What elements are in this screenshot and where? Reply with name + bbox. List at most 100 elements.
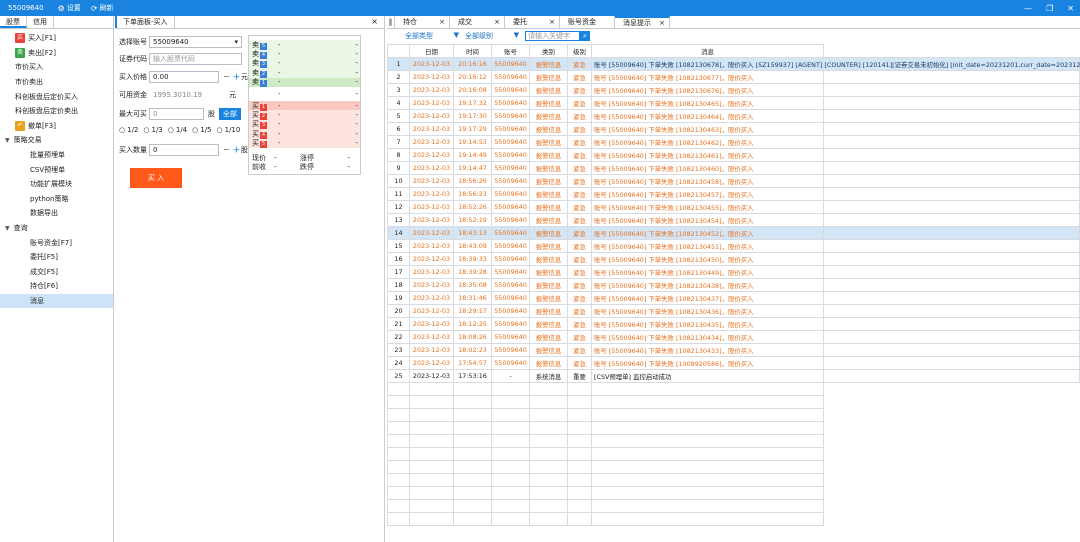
minimize-icon[interactable]: —	[1024, 4, 1032, 13]
table-row[interactable]: 21 2023-12-03 18:12:25 55009640 报警信息 紧急 账号 [55…	[387, 317, 1080, 331]
col-time[interactable]: 时间	[453, 44, 492, 58]
ratio-radio[interactable]: ○ 1/3	[143, 126, 162, 134]
nav-item[interactable]: 委托[F5]	[0, 250, 113, 265]
table-row[interactable]: 1 2023-12-03 20:16:16 55009640 报警信息 紧急 账号 [550…	[387, 57, 1080, 71]
nav-item[interactable]: ↶ 撤单[F3]	[0, 119, 113, 134]
price-minus-button[interactable]: －	[223, 72, 230, 82]
all-button[interactable]: 全部	[219, 108, 241, 120]
price-input[interactable]: 0.00	[149, 71, 219, 83]
tab-2[interactable]: 委托 ×	[505, 16, 560, 28]
tab-order-buy[interactable]: 下单面板-买入	[115, 16, 175, 28]
nav-item[interactable]: 市价买入	[0, 60, 113, 75]
tab-0[interactable]: 持仓 ×	[395, 16, 450, 28]
nav-item[interactable]: 买买入[F1]	[0, 31, 113, 46]
nav-item[interactable]: 持仓[F6]	[0, 279, 113, 294]
settings-button[interactable]: ⚙ 设置	[58, 3, 81, 13]
table-row[interactable]: 16 2023-12-03 18:39:33 55009640 报警信息 紧急 账号 [55…	[387, 252, 1080, 266]
ratio-radio[interactable]: ○ 1/2	[119, 126, 138, 134]
account-select[interactable]: 55009640 ▾	[149, 36, 242, 48]
table-row[interactable]: 17 2023-12-03 18:39:28 55009640 报警信息 紧急 账号 [55…	[387, 265, 1080, 279]
search-input[interactable]: 请输入关键字	[525, 30, 580, 41]
nav-item[interactable]: 市价卖出	[0, 75, 113, 90]
qty-minus-button[interactable]: －	[223, 145, 230, 155]
ratio-radio[interactable]: ○ 1/10	[217, 126, 241, 134]
close-icon[interactable]: ×	[549, 16, 555, 28]
close-icon[interactable]: ×	[439, 16, 445, 28]
restore-icon[interactable]: ❐	[1046, 4, 1053, 13]
table-row[interactable]: 7 2023-12-03 19:14:53 55009640 报警信息 紧急 账号 [550…	[387, 135, 1080, 149]
table-row[interactable]: 23 2023-12-03 18:02:23 55009640 报警信息 紧急 账号 [55…	[387, 343, 1080, 357]
empty-cell	[567, 408, 592, 422]
expand-arrow-icon[interactable]: ▼	[5, 225, 10, 232]
table-row[interactable]: 18 2023-12-03 18:35:08 55009640 报警信息 紧急 账号 [55…	[387, 278, 1080, 292]
qty-input[interactable]: 0	[149, 144, 219, 156]
tab-1[interactable]: 成交 ×	[450, 16, 505, 28]
col-message[interactable]: 消息	[591, 44, 824, 58]
tab-credit[interactable]: 信用	[27, 16, 54, 28]
close-icon[interactable]: ×	[494, 16, 500, 28]
nav-item[interactable]: 功能扩展模块	[0, 177, 113, 192]
table-row[interactable]: 22 2023-12-03 18:08:26 55009640 报警信息 紧急 账号 [55…	[387, 330, 1080, 344]
qty-plus-button[interactable]: ＋	[233, 145, 240, 155]
nav-item[interactable]: 成交[F5]	[0, 265, 113, 280]
col-date[interactable]: 日期	[409, 44, 454, 58]
empty-row	[387, 421, 1080, 435]
table-row[interactable]: 4 2023-12-03 19:17:32 55009640 报警信息 紧急 账号 [550…	[387, 96, 1080, 110]
refresh-button[interactable]: ⟳ 刷新	[91, 3, 114, 13]
empty-cell	[591, 486, 824, 500]
nav-item[interactable]: 科创板盘后定价买入	[0, 89, 113, 104]
col-account[interactable]: 账号	[491, 44, 530, 58]
table-row[interactable]: 12 2023-12-03 18:52:26 55009640 报警信息 紧急 账号 [55…	[387, 200, 1080, 214]
account-value: 55009640	[153, 38, 189, 46]
nav-item[interactable]: 消息	[0, 293, 113, 309]
table-row[interactable]: 9 2023-12-03 19:14:47 55009640 报警信息 紧急 账号 [550…	[387, 161, 1080, 175]
expand-arrow-icon[interactable]: ▼	[5, 137, 10, 144]
nav-item[interactable]: 科创板盘后定价卖出	[0, 104, 113, 119]
table-row[interactable]: 20 2023-12-03 18:29:17 55009640 报警信息 紧急 账号 [55…	[387, 304, 1080, 318]
table-row[interactable]: 24 2023-12-03 17:54:57 55009640 报警信息 紧急 账号 [55…	[387, 356, 1080, 370]
nav-item[interactable]: CSV预埋单	[0, 162, 113, 177]
tab-4[interactable]: 消息提示 ×	[615, 16, 670, 28]
tab-3[interactable]: 账号资金	[560, 16, 615, 28]
table-row[interactable]: 15 2023-12-03 18:43:09 55009640 报警信息 紧急 账号 [55…	[387, 239, 1080, 253]
cell-lv: 紧急	[567, 278, 592, 292]
search-icon[interactable]: ⌕	[580, 30, 590, 41]
close-icon[interactable]: ×	[659, 18, 665, 28]
nav-item[interactable]: ▼ 查询	[0, 221, 113, 236]
table-row[interactable]: 25 2023-12-03 17:53:16- 系统消息 重要 [CSV预埋单] 监控启动…	[387, 369, 1080, 383]
col-level[interactable]: 级别	[567, 44, 592, 58]
ratio-radio[interactable]: ○ 1/4	[168, 126, 187, 134]
col-category[interactable]: 类别	[529, 44, 568, 58]
chevron-down-icon: ▼	[453, 30, 459, 39]
nav-item[interactable]: ▼ 策略交易	[0, 133, 113, 148]
table-row[interactable]: 19 2023-12-03 18:31:46 55009640 报警信息 紧急 账号 [55…	[387, 291, 1080, 305]
close-icon[interactable]: ✕	[1067, 4, 1074, 13]
table-row[interactable]: 6 2023-12-03 19:17:29 55009640 报警信息 紧急 账号 [550…	[387, 122, 1080, 136]
order-tab-bar: 下单面板-买入 ×	[115, 16, 384, 29]
table-row[interactable]: 2 2023-12-03 20:16:12 55009640 报警信息 紧急 账号 [550…	[387, 70, 1080, 84]
table-row[interactable]: 8 2023-12-03 19:14:49 55009640 报警信息 紧急 账号 [550…	[387, 148, 1080, 162]
nav-item[interactable]: 批量预埋单	[0, 148, 113, 163]
buy-button[interactable]: 买 入	[130, 168, 182, 188]
table-row[interactable]: 14 2023-12-03 18:43:13 55009640 报警信息 紧急 账号 [55…	[387, 226, 1080, 240]
nav-item[interactable]: 卖卖出[F2]	[0, 46, 113, 61]
table-row[interactable]: 10 2023-12-03 18:56:26 55009640 报警信息 紧急 账号 [55…	[387, 174, 1080, 188]
code-input[interactable]: 输入股票代码	[149, 53, 242, 65]
table-row[interactable]: 13 2023-12-03 18:52:19 55009640 报警信息 紧急 账号 [55…	[387, 213, 1080, 227]
cell-m: 账号 [55009640] 下单失败 [1082130678]，限价买入 [SZ…	[591, 57, 1080, 71]
table-row[interactable]: 11 2023-12-03 18:56:23 55009640 报警信息 紧急 账号 [55…	[387, 187, 1080, 201]
ratio-radio[interactable]: ○ 1/5	[192, 126, 211, 134]
cell-t: 20:16:08	[453, 83, 492, 97]
cell-m: 账号 [55009640] 下单失败 [1082130433]，限价买入	[591, 343, 824, 357]
nav-item[interactable]: python策略	[0, 192, 113, 207]
level-filter[interactable]: 全部级别 ▼	[465, 31, 519, 41]
nav-item[interactable]: 数据导出	[0, 206, 113, 221]
empty-cell	[491, 499, 530, 513]
tab-stock[interactable]: 股票	[0, 16, 27, 28]
type-filter[interactable]: 全部类型 ▼	[405, 31, 459, 41]
nav-item[interactable]: 账号资金[F7]	[0, 235, 113, 250]
close-icon[interactable]: ×	[371, 17, 378, 26]
price-plus-button[interactable]: ＋	[233, 72, 240, 82]
table-row[interactable]: 3 2023-12-03 20:16:08 55009640 报警信息 紧急 账号 [550…	[387, 83, 1080, 97]
table-row[interactable]: 5 2023-12-03 19:17:30 55009640 报警信息 紧急 账号 [550…	[387, 109, 1080, 123]
